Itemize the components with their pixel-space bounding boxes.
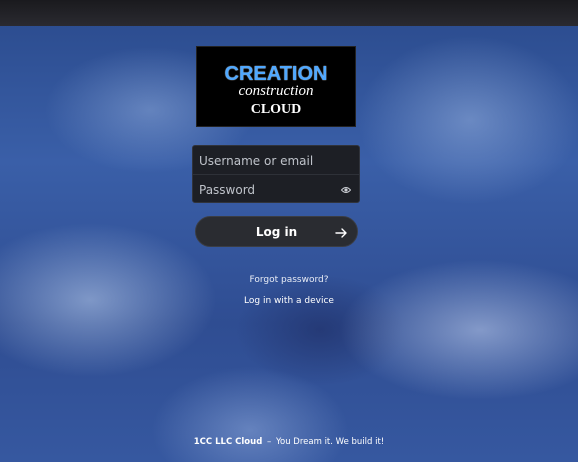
brand-logo: CREATION construction CLOUD xyxy=(196,46,356,127)
logo-line-3: CLOUD xyxy=(250,102,302,117)
login-button-label: Log in xyxy=(255,224,298,239)
username-input[interactable] xyxy=(199,153,335,168)
footer-slogan: You Dream it. We build it! xyxy=(275,437,385,447)
logo-line-2: construction xyxy=(238,83,314,99)
footer: 1CC LLC Cloud – You Dream it. We build i… xyxy=(0,437,578,447)
footer-name-link[interactable]: 1CC LLC Cloud xyxy=(194,437,263,447)
login-form xyxy=(192,145,360,203)
device-login-link[interactable]: Log in with a device xyxy=(0,296,578,306)
username-field-wrapper xyxy=(193,147,359,175)
arrow-right-icon xyxy=(334,225,348,239)
eye-icon[interactable] xyxy=(341,185,351,195)
login-button[interactable]: Log in xyxy=(195,216,358,247)
browser-top-bar xyxy=(0,0,578,26)
password-input[interactable] xyxy=(199,183,335,197)
footer-separator: – xyxy=(266,437,272,447)
forgot-password-link[interactable]: Forgot password? xyxy=(0,275,578,285)
password-field-wrapper xyxy=(193,176,359,204)
logo-line-1: CREATION xyxy=(224,63,328,85)
